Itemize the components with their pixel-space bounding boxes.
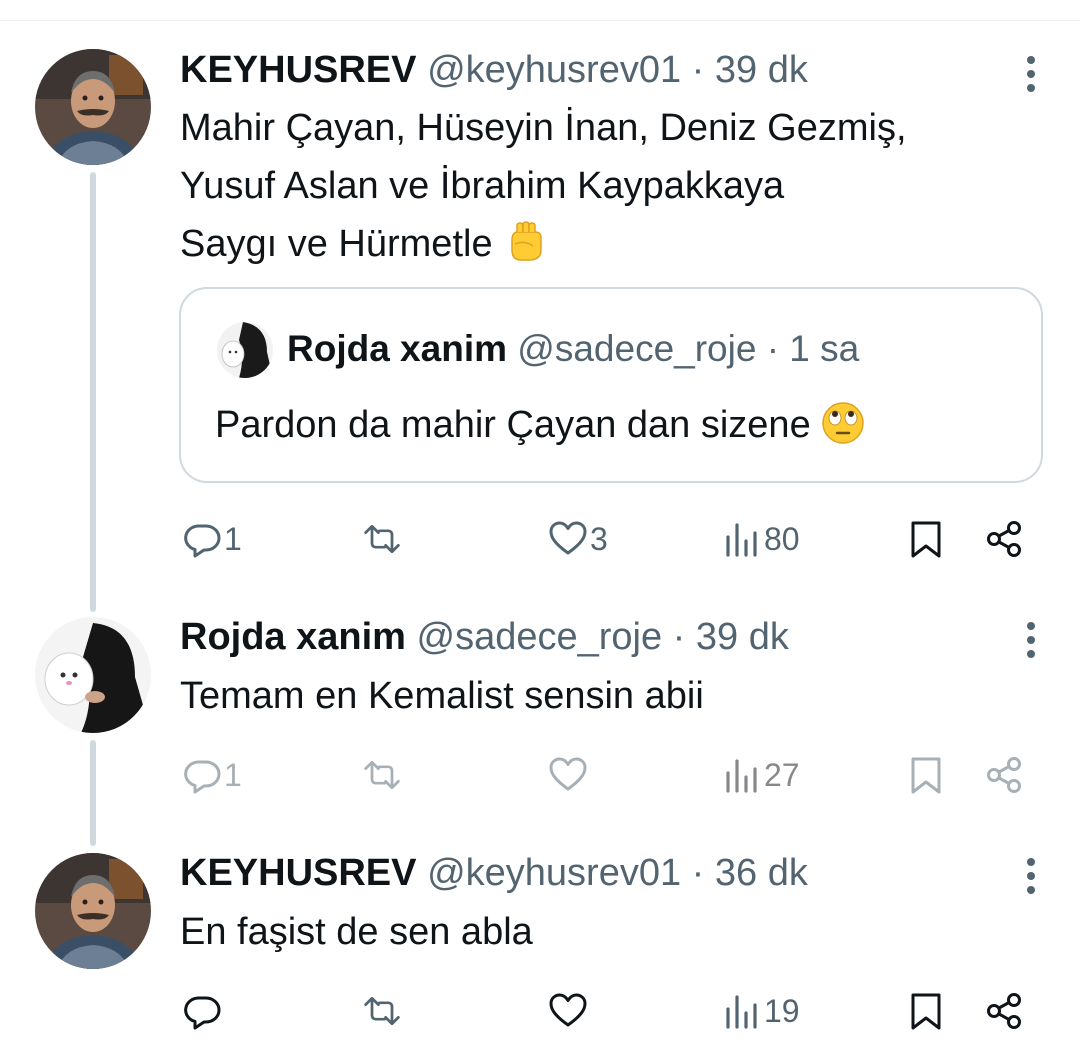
reply-icon xyxy=(184,996,221,1030)
avatar xyxy=(217,322,273,378)
views-count: 19 xyxy=(764,992,800,1029)
top-divider xyxy=(0,20,1080,21)
reply-icon xyxy=(184,524,221,558)
reply-button[interactable] xyxy=(182,986,222,1036)
bookmark-button[interactable] xyxy=(906,514,946,564)
reply-button[interactable]: 1 xyxy=(182,750,242,800)
tweet-header: KEYHUSREV @keyhusrev01 · 39 dk xyxy=(180,48,808,92)
retweet-icon xyxy=(364,760,400,790)
face-with-rolling-eyes-icon xyxy=(821,401,865,457)
views-icon xyxy=(726,523,757,557)
views-count: 27 xyxy=(764,756,800,793)
tweet-text-line: Temam en Kemalist sensin abii xyxy=(180,675,704,717)
tweet-text-line: Saygı ve Hürmetle xyxy=(180,215,907,281)
author-handle-time[interactable]: @keyhusrev01 · 36 dk xyxy=(427,852,808,894)
like-count: 3 xyxy=(590,520,608,557)
author-handle-time[interactable]: @keyhusrev01 · 39 dk xyxy=(427,49,808,91)
heart-icon xyxy=(549,993,587,1027)
tweet-text: Mahir Çayan, Hüseyin İnan, Deniz Gezmiş,… xyxy=(180,99,907,281)
retweet-button[interactable] xyxy=(362,986,402,1036)
like-button[interactable]: 3 xyxy=(548,514,608,564)
quote-author-handle-time: @sadece_roje · 1 sa xyxy=(517,328,860,369)
author-name[interactable]: KEYHUSREV xyxy=(180,49,417,91)
views-button[interactable]: 19 xyxy=(722,986,800,1036)
author-name[interactable]: KEYHUSREV xyxy=(180,852,417,894)
tweet-header: KEYHUSREV @keyhusrev01 · 36 dk xyxy=(180,851,808,895)
reply-count: 1 xyxy=(224,520,242,557)
bookmark-icon xyxy=(911,521,941,558)
share-icon xyxy=(987,521,1021,557)
raised-fist-icon xyxy=(503,220,547,281)
bookmark-icon xyxy=(911,993,941,1030)
retweet-button[interactable] xyxy=(362,514,404,564)
tweet-text-line: Yusuf Aslan ve İbrahim Kaypakkaya xyxy=(180,165,785,207)
avatar[interactable] xyxy=(35,853,151,969)
heart-icon xyxy=(549,521,587,555)
reply-button[interactable]: 1 xyxy=(182,514,242,564)
author-handle-time[interactable]: @sadece_roje · 39 dk xyxy=(417,616,789,658)
retweet-icon xyxy=(364,996,400,1026)
bookmark-button[interactable] xyxy=(906,750,946,800)
views-button[interactable]: 80 xyxy=(722,514,800,564)
tweet-text-line: Mahir Çayan, Hüseyin İnan, Deniz Gezmiş, xyxy=(180,107,907,149)
avatar[interactable] xyxy=(35,617,151,733)
avatar[interactable] xyxy=(35,49,151,165)
more-icon[interactable] xyxy=(1024,622,1038,662)
share-icon xyxy=(987,757,1021,793)
share-button[interactable] xyxy=(984,750,1024,800)
tweet-text: En faşist de sen abla xyxy=(180,903,533,961)
tweet-text-line: En faşist de sen abla xyxy=(180,911,533,953)
author-name[interactable]: Rojda xanim xyxy=(180,616,406,658)
quote-text: Pardon da mahir Çayan dan sizene xyxy=(215,401,865,457)
quote-author-name: Rojda xanim xyxy=(287,328,507,369)
views-count: 80 xyxy=(764,520,800,557)
heart-icon xyxy=(549,757,587,791)
reply-count: 1 xyxy=(224,756,242,793)
retweet-button[interactable] xyxy=(362,750,402,800)
bookmark-button[interactable] xyxy=(906,986,946,1036)
quoted-tweet-card[interactable]: Rojda xanim @sadece_roje · 1 sa Pardon d… xyxy=(179,287,1043,483)
tweet-header: Rojda xanim @sadece_roje · 39 dk xyxy=(180,615,789,659)
like-button[interactable] xyxy=(548,750,588,800)
like-button[interactable] xyxy=(548,986,588,1036)
quote-header: Rojda xanim @sadece_roje · 1 sa xyxy=(287,327,859,371)
reply-icon xyxy=(184,760,221,794)
views-icon xyxy=(726,759,757,793)
action-bar: 19 xyxy=(0,986,1080,1036)
retweet-icon xyxy=(364,524,400,554)
views-button[interactable]: 27 xyxy=(722,750,800,800)
more-icon[interactable] xyxy=(1024,858,1038,898)
share-button[interactable] xyxy=(984,514,1024,564)
more-icon[interactable] xyxy=(1024,56,1038,96)
bookmark-icon xyxy=(911,757,941,794)
views-icon xyxy=(726,995,757,1029)
action-bar: 1 3 80 xyxy=(0,514,1080,564)
share-icon xyxy=(987,993,1021,1029)
action-bar: 1 27 xyxy=(0,750,1080,800)
share-button[interactable] xyxy=(984,986,1024,1036)
tweet-text: Temam en Kemalist sensin abii xyxy=(180,667,704,725)
